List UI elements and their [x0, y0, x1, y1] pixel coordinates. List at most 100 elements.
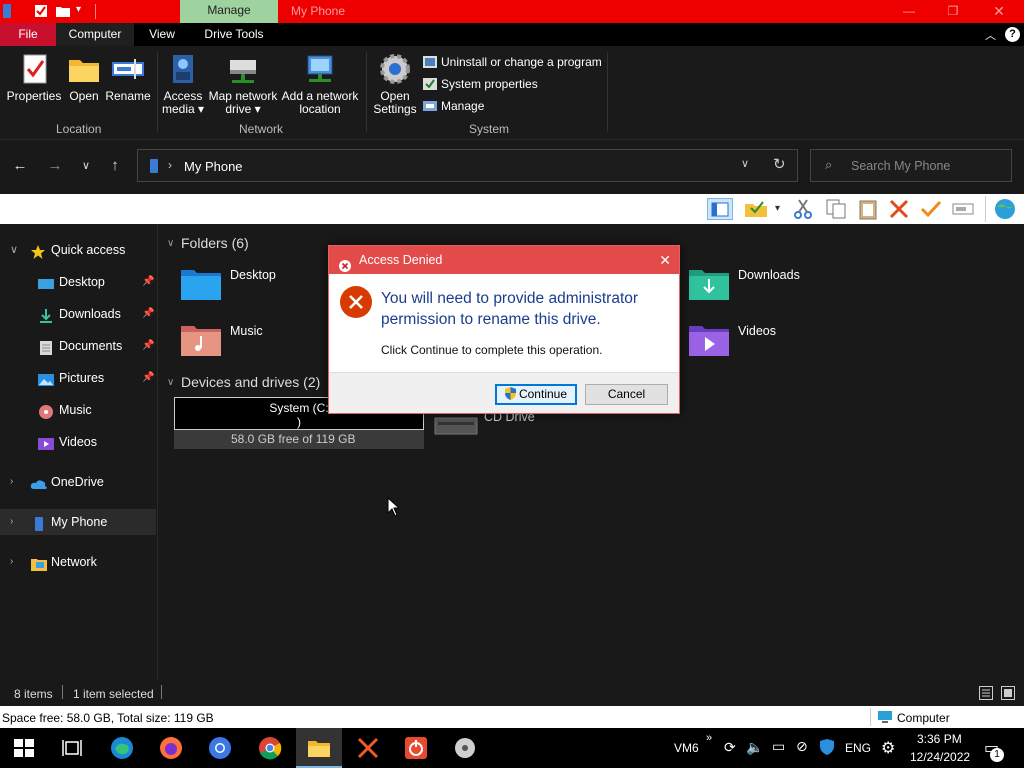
- folders-section-header[interactable]: ∨ Folders (6): [167, 235, 249, 251]
- add-network-location-button[interactable]: Add a network location: [281, 52, 359, 116]
- tab-file[interactable]: File: [0, 23, 56, 46]
- folder-music[interactable]: Music: [180, 322, 340, 366]
- cut-icon[interactable]: [792, 198, 814, 220]
- access-media-button[interactable]: Access media ▾: [160, 52, 206, 116]
- properties-qa-icon[interactable]: [34, 4, 48, 18]
- firefox-icon[interactable]: [159, 736, 183, 760]
- folder-videos[interactable]: Videos: [688, 322, 848, 366]
- tab-computer[interactable]: Computer: [56, 23, 134, 46]
- music-icon: [38, 403, 53, 419]
- pin-icon[interactable]: 📌: [142, 269, 154, 295]
- properties-button[interactable]: Properties: [6, 52, 62, 103]
- network-tray-icon[interactable]: ⊘: [796, 738, 808, 755]
- x-app-icon[interactable]: [356, 736, 380, 760]
- manage-button[interactable]: Manage: [423, 98, 484, 116]
- sidebar-item-music[interactable]: Music: [0, 397, 156, 423]
- volume-icon[interactable]: 🔈: [746, 739, 763, 756]
- breadcrumb-my-phone[interactable]: My Phone: [184, 159, 243, 174]
- refresh-icon[interactable]: ↻: [773, 155, 786, 173]
- address-dropdown-icon[interactable]: ∨: [741, 157, 749, 170]
- clock-time[interactable]: 3:36 PM: [917, 732, 962, 746]
- delete-icon[interactable]: [888, 198, 910, 220]
- open-settings-button[interactable]: Open Settings: [372, 52, 418, 116]
- chevron-right-icon[interactable]: ›: [10, 469, 13, 495]
- sidebar-item-network[interactable]: › Network: [0, 549, 156, 575]
- back-arrow-icon[interactable]: ←: [10, 156, 30, 176]
- forward-arrow-icon[interactable]: →: [45, 156, 65, 176]
- sidebar-item-desktop[interactable]: Desktop 📌: [0, 269, 156, 295]
- new-folder-qa-icon[interactable]: [55, 4, 71, 18]
- cancel-button[interactable]: Cancel: [585, 384, 668, 405]
- pin-icon[interactable]: 📌: [142, 301, 154, 327]
- pin-icon[interactable]: 📌: [142, 365, 154, 391]
- address-bar[interactable]: › My Phone ∨ ↻: [137, 149, 798, 182]
- folder-desktop[interactable]: Desktop: [180, 266, 340, 310]
- system-properties-icon: [423, 77, 437, 91]
- details-view-icon[interactable]: [979, 686, 993, 703]
- rename-toolbar-icon[interactable]: [952, 198, 974, 220]
- programs-icon: [423, 55, 437, 69]
- tab-manage[interactable]: Manage: [180, 0, 278, 23]
- continue-button[interactable]: Continue: [495, 384, 577, 405]
- help-icon[interactable]: ?: [1005, 27, 1020, 42]
- tab-view[interactable]: View: [140, 23, 184, 46]
- chrome-icon[interactable]: [258, 736, 282, 760]
- star-icon: [30, 243, 45, 259]
- checkmark-icon[interactable]: [920, 198, 942, 220]
- clock-date[interactable]: 12/24/2022: [910, 750, 970, 764]
- sidebar-item-documents[interactable]: Documents 📌: [0, 333, 156, 359]
- chevron-down-icon: ∨: [167, 377, 175, 388]
- copy-icon[interactable]: [825, 198, 847, 220]
- sidebar-item-onedrive[interactable]: › OneDrive: [0, 469, 156, 495]
- edge-icon[interactable]: [110, 736, 134, 760]
- cloud-icon: [30, 475, 48, 490]
- sidebar-item-videos[interactable]: Videos: [0, 429, 156, 455]
- chevron-down-icon[interactable]: ∨: [10, 237, 18, 263]
- pin-icon[interactable]: 📌: [142, 333, 154, 359]
- devices-section-header[interactable]: ∨ Devices and drives (2): [167, 374, 320, 390]
- disc-app-icon[interactable]: [453, 736, 477, 760]
- security-shield-icon[interactable]: [820, 739, 834, 758]
- map-network-drive-button[interactable]: Map network drive ▾: [206, 52, 280, 116]
- language-indicator[interactable]: ENG: [845, 741, 871, 755]
- chevron-right-icon[interactable]: ›: [10, 549, 13, 575]
- chrome-blue-icon[interactable]: [208, 736, 232, 760]
- paste-icon[interactable]: [857, 198, 879, 220]
- file-explorer-icon: [307, 736, 331, 763]
- customize-qa-icon[interactable]: ▾: [76, 4, 86, 18]
- search-input[interactable]: ⌕ Search My Phone: [810, 149, 1012, 182]
- recent-locations-icon[interactable]: ∨: [76, 156, 96, 176]
- dialog-title: Access Denied: [359, 253, 443, 267]
- sidebar-item-my-phone[interactable]: › My Phone: [0, 509, 156, 535]
- sync-icon[interactable]: ⟳: [724, 739, 736, 756]
- dialog-close-icon[interactable]: ✕: [659, 246, 671, 274]
- folder-options-icon[interactable]: [743, 198, 771, 220]
- notification-badge: 1: [990, 748, 1004, 762]
- close-icon[interactable]: ✕: [976, 0, 1022, 23]
- uninstall-program-button[interactable]: Uninstall or change a program: [423, 54, 602, 72]
- open-button[interactable]: Open: [64, 52, 104, 103]
- task-view-icon[interactable]: [60, 736, 84, 760]
- folder-downloads[interactable]: Downloads: [688, 266, 848, 310]
- gear-icon[interactable]: ⚙: [881, 738, 895, 758]
- display-icon[interactable]: ▭: [772, 738, 785, 755]
- windows-start-icon[interactable]: [12, 736, 36, 760]
- rename-button[interactable]: Rename: [104, 52, 152, 103]
- sidebar-item-quick-access[interactable]: ∨ Quick access: [0, 237, 156, 263]
- globe-icon[interactable]: [992, 198, 1018, 220]
- dropdown-icon[interactable]: ▾: [775, 198, 785, 220]
- sidebar-item-downloads[interactable]: Downloads 📌: [0, 301, 156, 327]
- large-icons-view-icon[interactable]: [1001, 686, 1015, 703]
- sidebar-item-pictures[interactable]: Pictures 📌: [0, 365, 156, 391]
- chevron-right-icon[interactable]: ›: [10, 509, 13, 535]
- tab-drive-tools[interactable]: Drive Tools: [196, 23, 272, 46]
- maximize-icon[interactable]: ❐: [930, 0, 976, 23]
- power-app-icon[interactable]: [404, 736, 428, 760]
- chevron-up-icon[interactable]: »: [706, 732, 712, 744]
- collapse-ribbon-icon[interactable]: ︿: [985, 27, 996, 43]
- system-properties-button[interactable]: System properties: [423, 76, 538, 94]
- preview-pane-icon[interactable]: [707, 198, 733, 220]
- up-arrow-icon[interactable]: ↑: [105, 156, 125, 176]
- minimize-icon[interactable]: —: [886, 0, 932, 23]
- file-explorer-taskbar-button[interactable]: [296, 728, 342, 768]
